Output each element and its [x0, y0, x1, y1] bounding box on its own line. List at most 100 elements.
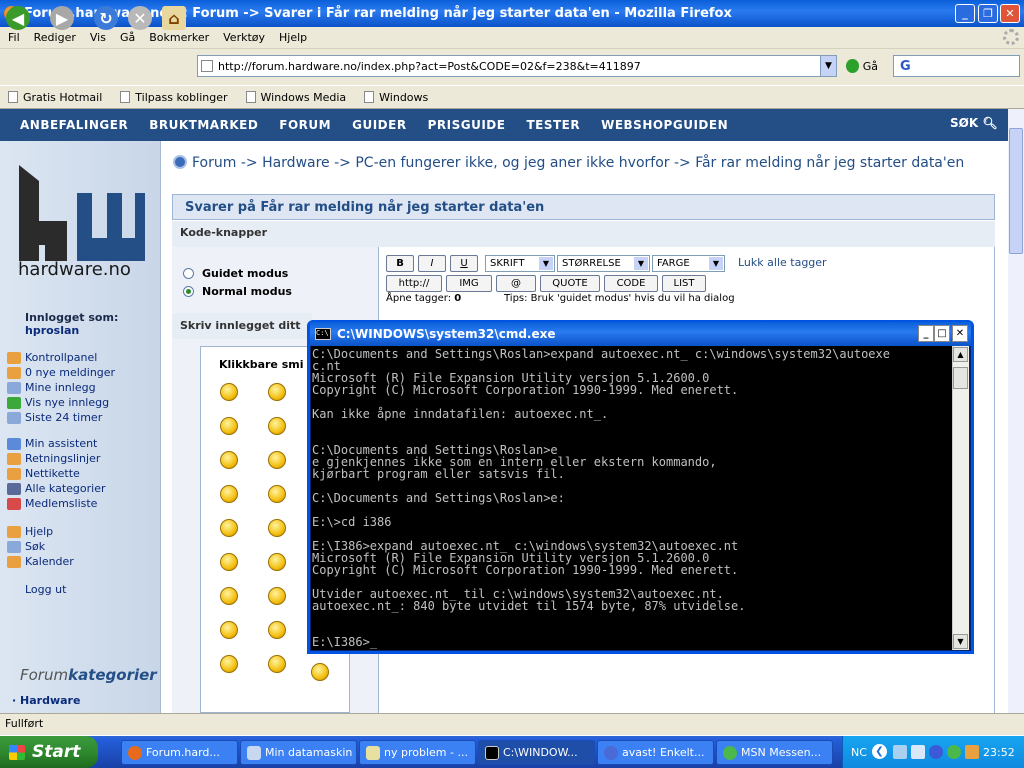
- smiley-dizzy-icon[interactable]: [220, 519, 238, 537]
- cmd-scroll-thumb[interactable]: [953, 367, 968, 389]
- smiley-grin-icon[interactable]: [220, 383, 238, 401]
- nav-guider[interactable]: GUIDER: [352, 118, 406, 132]
- breadcrumb[interactable]: Forum -> Hardware -> PC-en fungerer ikke…: [192, 155, 964, 171]
- smiley-surprised-icon[interactable]: [268, 655, 286, 673]
- smiley-angel-icon[interactable]: [220, 553, 238, 571]
- avast-tray-icon[interactable]: [929, 745, 943, 759]
- smiley-happy-icon[interactable]: [311, 663, 329, 681]
- tray-app-icon[interactable]: [965, 745, 979, 759]
- cmd-minimize-button[interactable]: _: [918, 325, 934, 342]
- search-input[interactable]: G: [893, 55, 1020, 77]
- sidebar-item-guidelines[interactable]: Retningslinjer: [7, 451, 105, 466]
- normal-mode-radio[interactable]: Normal modus: [183, 282, 292, 300]
- task-msn[interactable]: MSN Messen...: [716, 740, 833, 765]
- menu-view[interactable]: Vis: [90, 31, 106, 44]
- img-button[interactable]: IMG: [446, 275, 492, 292]
- size-select[interactable]: STØRRELSE ▼: [557, 255, 650, 272]
- sidebar-item-netiquette[interactable]: Nettikette: [7, 466, 105, 481]
- sidebar-item-new-posts[interactable]: Vis nye innlegg: [7, 395, 115, 410]
- smiley-sad-icon[interactable]: [268, 485, 286, 503]
- sidebar-item-my-posts[interactable]: Mine innlegg: [7, 380, 115, 395]
- smiley-cool-icon[interactable]: [220, 485, 238, 503]
- sidebar-item-all-categories[interactable]: Alle kategorier: [7, 481, 105, 496]
- sidebar-item-member-list[interactable]: Medlemsliste: [7, 496, 105, 511]
- language-indicator[interactable]: NC: [851, 746, 867, 759]
- color-select[interactable]: FARGE ▼: [652, 255, 725, 272]
- close-button[interactable]: ✕: [1000, 4, 1020, 23]
- minimize-button[interactable]: _: [955, 4, 975, 23]
- smiley-thumbsup-icon[interactable]: [220, 587, 238, 605]
- forum-category-hardware[interactable]: · Hardware: [12, 694, 80, 707]
- menu-bookmarks[interactable]: Bokmerker: [149, 31, 209, 44]
- list-button[interactable]: LIST: [662, 275, 706, 292]
- sidebar-item-last-24h[interactable]: Siste 24 timer: [7, 410, 115, 425]
- smiley-whistle-icon[interactable]: [220, 655, 238, 673]
- nav-forum[interactable]: FORUM: [279, 118, 331, 132]
- msn-tray-icon[interactable]: [947, 745, 961, 759]
- menu-help[interactable]: Hjelp: [279, 31, 307, 44]
- menu-tools[interactable]: Verktøy: [223, 31, 265, 44]
- smiley-blush-icon[interactable]: [268, 417, 286, 435]
- nav-bruktmarked[interactable]: BRUKTMARKED: [149, 118, 258, 132]
- nav-prisguide[interactable]: PRISGUIDE: [428, 118, 506, 132]
- volume-icon[interactable]: [911, 745, 925, 759]
- font-select[interactable]: SKRIFT ▼: [485, 255, 555, 272]
- stop-icon[interactable]: ✕: [128, 6, 152, 30]
- scroll-up-icon[interactable]: ▲: [953, 347, 968, 362]
- sidebar-item-search[interactable]: Søk: [7, 539, 74, 554]
- home-icon[interactable]: ⌂: [162, 6, 186, 30]
- nav-anbefalinger[interactable]: ANBEFALINGER: [20, 118, 128, 132]
- sidebar-item-assistant[interactable]: Min assistent: [7, 436, 105, 451]
- network-icon[interactable]: [893, 745, 907, 759]
- maximize-button[interactable]: ❐: [978, 4, 998, 23]
- scroll-down-icon[interactable]: ▼: [953, 634, 968, 649]
- smiley-shocked-icon[interactable]: [268, 519, 286, 537]
- bookmark-customize-links[interactable]: Tilpass koblinger: [120, 91, 228, 104]
- cmd-output[interactable]: C:\Documents and Settings\Roslan>expand …: [311, 346, 952, 650]
- reload-icon[interactable]: ↻: [94, 6, 118, 30]
- site-search-button[interactable]: SØK 🔍︎: [950, 116, 998, 130]
- url-dropdown-icon[interactable]: ▼: [820, 56, 836, 76]
- smiley-wink-icon[interactable]: [268, 553, 286, 571]
- smiley-neutral-icon[interactable]: [268, 383, 286, 401]
- sidebar-item-help[interactable]: Hjelp: [7, 524, 74, 539]
- url-field[interactable]: http://forum.hardware.no/index.php?act=P…: [197, 55, 837, 77]
- smiley-tongue-icon[interactable]: [220, 621, 238, 639]
- quote-button[interactable]: QUOTE: [540, 275, 600, 292]
- nav-webshopguiden[interactable]: WEBSHOPGUIDEN: [601, 118, 728, 132]
- close-all-tags-link[interactable]: Lukk alle tagger: [738, 256, 827, 269]
- guided-mode-radio[interactable]: Guidet modus: [183, 264, 292, 282]
- back-arrow-icon[interactable]: ◀: [6, 6, 30, 30]
- http-button[interactable]: http://: [386, 275, 442, 292]
- cmd-title-bar[interactable]: C:\WINDOWS\system32\cmd.exe: [310, 322, 971, 346]
- underline-button[interactable]: U: [450, 255, 478, 272]
- task-notepad[interactable]: ny problem - ...: [359, 740, 476, 765]
- cmd-close-button[interactable]: ✕: [952, 325, 968, 342]
- bookmark-windows[interactable]: Windows: [364, 91, 428, 104]
- page-scroll-thumb[interactable]: [1009, 128, 1023, 254]
- italic-button[interactable]: I: [418, 255, 446, 272]
- menu-go[interactable]: Gå: [120, 31, 135, 44]
- sidebar-item-calendar[interactable]: Kalender: [7, 554, 74, 569]
- sidebar-item-control-panel[interactable]: Kontrollpanel: [7, 350, 115, 365]
- forward-arrow-icon[interactable]: ▶: [50, 6, 74, 30]
- cmd-scrollbar[interactable]: [952, 346, 969, 650]
- bookmark-hotmail[interactable]: Gratis Hotmail: [8, 91, 102, 104]
- chevron-left-icon[interactable]: ❮: [872, 744, 887, 759]
- nav-tester[interactable]: TESTER: [526, 118, 580, 132]
- cmd-maximize-button[interactable]: □: [934, 325, 950, 342]
- task-cmd[interactable]: C:\WINDOW...: [478, 740, 595, 765]
- task-avast[interactable]: avast! Enkelt...: [597, 740, 714, 765]
- smiley-rolleyes-icon[interactable]: [220, 417, 238, 435]
- menu-edit[interactable]: Rediger: [34, 31, 76, 44]
- smiley-cheer-icon[interactable]: [268, 587, 286, 605]
- email-button[interactable]: @: [496, 275, 536, 292]
- username-link[interactable]: hproslan: [25, 324, 79, 337]
- go-button[interactable]: Gå: [846, 58, 878, 74]
- smiley-smile-icon[interactable]: [220, 451, 238, 469]
- task-my-computer[interactable]: Min datamaskin: [240, 740, 357, 765]
- bookmark-windows-media[interactable]: Windows Media: [245, 91, 346, 104]
- code-button[interactable]: CODE: [604, 275, 658, 292]
- logout-link[interactable]: Logg ut: [25, 583, 66, 596]
- smiley-hmm-icon[interactable]: [268, 621, 286, 639]
